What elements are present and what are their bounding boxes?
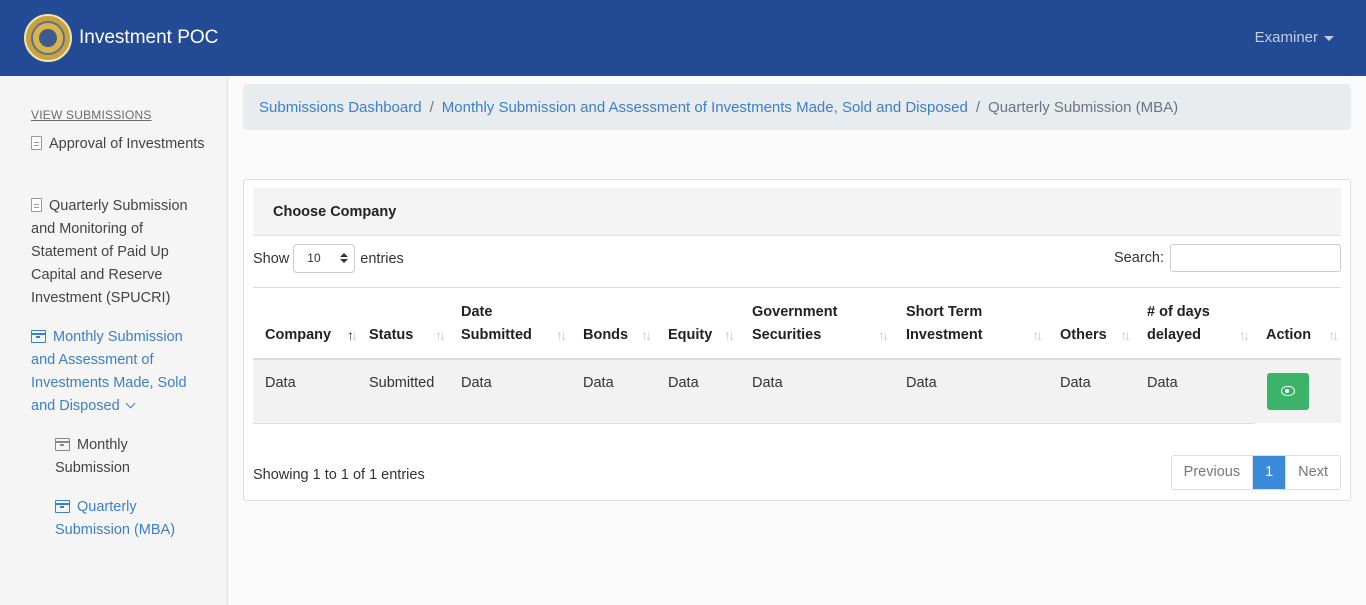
sort-icon: ↑↓ (1328, 327, 1339, 343)
sort-icon: ↑↓ (878, 327, 889, 343)
entries-length-control: Show 10 entries (253, 244, 404, 273)
column-header-others[interactable]: Others ↑↓ (1060, 301, 1131, 347)
table-row: Data Submitted Data Data Data Data Data … (253, 360, 1341, 424)
column-header-government-securities[interactable]: Government Securities ↑↓ (752, 301, 889, 347)
show-label: Show (253, 250, 290, 267)
column-header-date-submitted[interactable]: Date Submitted ↑↓ (461, 301, 567, 347)
sidebar-subitem-quarterly[interactable]: Quarterly Submission (MBA) (55, 496, 195, 542)
cell-equity: Data (668, 375, 699, 391)
sidebar-item-spucri[interactable]: Quarterly Submission and Monitoring of S… (31, 195, 206, 310)
previous-page-button[interactable]: Previous (1171, 456, 1254, 489)
sidebar-item-label: Monthly Submission and Assessment of Inv… (31, 329, 187, 414)
column-header-equity[interactable]: Equity ↑↓ (668, 301, 735, 347)
row-divider (253, 423, 1255, 424)
user-name: Examiner (1254, 29, 1318, 46)
archive-box-icon (55, 438, 70, 451)
sort-icon: ↑↓ (724, 327, 735, 343)
column-header-bonds[interactable]: Bonds ↑↓ (583, 301, 652, 347)
table-header: Company ↑↓ Status ↑↓ Date Submitted ↑↓ Bond… (253, 288, 1341, 360)
chevron-down-icon (125, 398, 136, 409)
sort-icon: ↑↓ (347, 327, 358, 343)
breadcrumb-separator: / (975, 98, 981, 116)
sidebar-item-label: Quarterly Submission and Monitoring of S… (31, 198, 188, 306)
sidebar-item-monthly-assessment[interactable]: Monthly Submission and Assessment of Inv… (31, 326, 206, 418)
page-1-button[interactable]: 1 (1253, 456, 1286, 489)
brand[interactable]: Investment POC (24, 14, 218, 62)
entries-select[interactable]: 10 (293, 244, 356, 273)
seal-logo (24, 14, 72, 62)
cell-date-submitted: Data (461, 375, 492, 391)
sort-icon: ↑↓ (641, 327, 652, 343)
cell-bonds: Data (583, 375, 614, 391)
table-info: Showing 1 to 1 of 1 entries (253, 467, 425, 483)
column-header-action[interactable]: Action ↑↓ (1266, 301, 1339, 347)
cell-short-term-investment: Data (906, 375, 937, 391)
cell-government-securities: Data (752, 375, 783, 391)
archive-box-icon (55, 500, 70, 513)
sort-icon: ↑↓ (556, 327, 567, 343)
breadcrumb-monthly[interactable]: Monthly Submission and Assessment of Inv… (442, 99, 968, 116)
sidebar-heading[interactable]: VIEW SUBMISSIONS (31, 108, 152, 122)
search-control: Search: (1114, 244, 1341, 272)
sidebar-item-approval[interactable]: Approval of Investments (31, 133, 211, 156)
breadcrumb-separator: / (429, 98, 434, 116)
sidebar-item-label: Quarterly Submission (MBA) (55, 499, 176, 538)
next-page-button[interactable]: Next (1285, 456, 1340, 489)
sort-icon: ↑↓ (1239, 327, 1250, 343)
column-header-company[interactable]: Company ↑↓ (265, 301, 358, 347)
cell-others: Data (1060, 375, 1091, 391)
cell-status: Submitted (369, 375, 435, 391)
cell-company: Data (265, 375, 296, 391)
app-title: Investment POC (79, 27, 219, 48)
top-navbar: Investment POC Examiner (0, 0, 1366, 76)
caret-down-icon (1324, 35, 1334, 41)
sort-icon: ↑↓ (1120, 327, 1131, 343)
cell-days-delayed: Data (1147, 375, 1178, 391)
column-header-days-delayed[interactable]: # of days delayed ↑↓ (1147, 301, 1250, 347)
sort-icon: ↑↓ (1032, 327, 1043, 343)
sidebar-item-label: Approval of Investments (49, 136, 205, 152)
eye-icon (1281, 386, 1295, 396)
document-icon (31, 198, 42, 212)
sort-icon: ↑↓ (435, 327, 446, 343)
search-label: Search: (1114, 250, 1164, 266)
entries-value: 10 (307, 251, 321, 265)
sidebar: VIEW SUBMISSIONS Approval of Investments… (0, 76, 228, 605)
company-card: Choose Company Show 10 entries Search: C… (243, 179, 1351, 501)
view-button[interactable] (1267, 373, 1309, 410)
breadcrumb: Submissions Dashboard / Monthly Submissi… (243, 84, 1351, 130)
column-header-status[interactable]: Status ↑↓ (369, 301, 446, 347)
card-title: Choose Company (253, 188, 1341, 236)
document-icon (31, 136, 42, 150)
entries-label: entries (360, 250, 404, 267)
breadcrumb-current: Quarterly Submission (MBA) (988, 98, 1179, 116)
company-table: Company ↑↓ Status ↑↓ Date Submitted ↑↓ Bond… (253, 287, 1341, 424)
pagination: Previous 1 Next (1170, 455, 1341, 490)
breadcrumb-dashboard[interactable]: Submissions Dashboard (259, 99, 422, 116)
user-menu[interactable]: Examiner (1255, 29, 1334, 46)
column-header-short-term-investment[interactable]: Short Term Investment ↑↓ (906, 301, 1043, 347)
sidebar-subitem-monthly[interactable]: Monthly Submission (55, 434, 175, 480)
search-input[interactable] (1170, 244, 1341, 272)
archive-box-icon (31, 330, 46, 343)
